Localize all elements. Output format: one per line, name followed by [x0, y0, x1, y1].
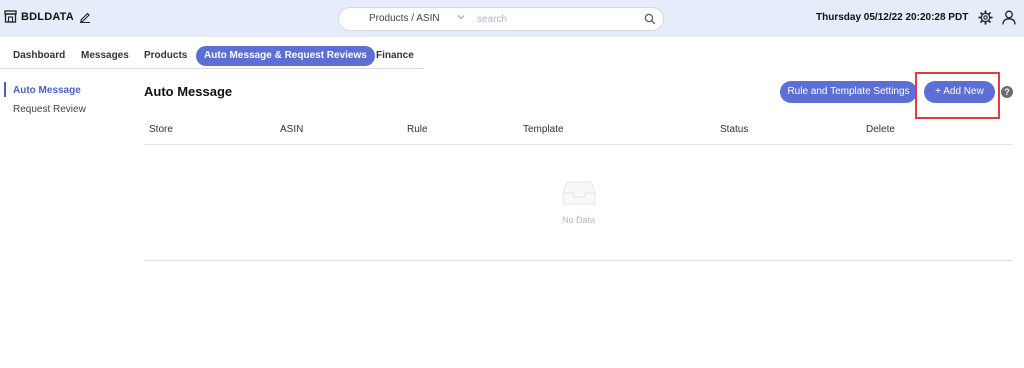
empty-inbox-icon	[562, 181, 596, 205]
table-header: Store ASIN Rule Template Status Delete	[144, 118, 1013, 145]
main-nav: Dashboard Messages Products Auto Message…	[0, 43, 424, 69]
tab-messages[interactable]: Messages	[81, 46, 129, 66]
column-header-template: Template	[523, 124, 564, 135]
empty-state-text: No Data	[561, 215, 596, 225]
highlight-box	[915, 72, 1000, 119]
column-header-asin: ASIN	[280, 124, 304, 135]
help-icon[interactable]: ?	[1001, 86, 1013, 98]
column-header-store: Store	[149, 124, 173, 135]
user-icon[interactable]	[1002, 10, 1016, 25]
search-bar: Products / ASIN	[338, 7, 664, 31]
store-icon	[4, 10, 17, 23]
tab-finance[interactable]: Finance	[376, 46, 414, 66]
sidebar-item-auto-message[interactable]: Auto Message	[13, 85, 81, 96]
rule-template-settings-button[interactable]: Rule and Template Settings	[780, 81, 917, 103]
edit-icon[interactable]	[79, 11, 91, 23]
page-title: Auto Message	[144, 84, 233, 99]
table-body: No Data	[144, 145, 1013, 261]
gear-icon[interactable]	[978, 10, 993, 25]
top-bar: BDLDATA Products / ASIN Thursday 05/12/2…	[0, 0, 1024, 37]
brand-name: BDLDATA	[21, 10, 74, 23]
search-type-select[interactable]: Products / ASIN	[369, 13, 440, 24]
search-icon[interactable]	[644, 13, 656, 25]
datetime: Thursday 05/12/22 20:20:28 PDT	[816, 12, 969, 23]
tab-dashboard[interactable]: Dashboard	[13, 46, 65, 66]
sidebar-active-marker	[4, 82, 6, 97]
tab-products[interactable]: Products	[144, 46, 187, 66]
column-header-delete: Delete	[866, 124, 895, 135]
chevron-down-icon[interactable]	[456, 12, 466, 22]
search-input[interactable]	[477, 11, 637, 27]
brand: BDLDATA	[4, 10, 91, 23]
sidebar-item-request-review[interactable]: Request Review	[13, 104, 86, 115]
tab-auto-message-request-reviews[interactable]: Auto Message & Request Reviews	[196, 46, 375, 66]
column-header-status: Status	[720, 124, 749, 135]
column-header-rule: Rule	[407, 124, 428, 135]
